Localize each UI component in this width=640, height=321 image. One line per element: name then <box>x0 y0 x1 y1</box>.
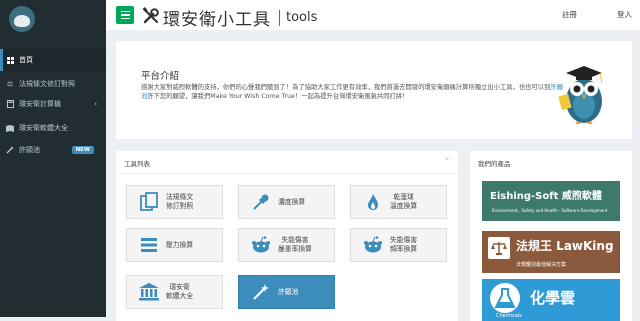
sidebar-item-label: 許願池 <box>19 146 40 154</box>
tools-icon <box>142 6 160 29</box>
magic-wand-icon <box>250 281 272 303</box>
tool-concentration-button[interactable]: 濃度換算 <box>238 185 335 219</box>
flame-icon <box>362 191 384 213</box>
tool-injury-frequency-button[interactable]: 失能傷害 頻率換算 <box>350 228 447 262</box>
tool-regulation-comparison-button[interactable]: 法規條文 修訂對照 <box>126 185 223 219</box>
reddit-icon <box>362 234 384 256</box>
chevron-up-icon[interactable]: ⌃ <box>444 157 450 165</box>
logo-area <box>0 0 106 44</box>
magic-wand-icon <box>6 146 14 154</box>
book-icon <box>6 124 14 132</box>
top-navbar: 環安衛小工具 tools 註冊 登入 <box>106 0 640 30</box>
reddit-icon <box>250 234 272 256</box>
register-link[interactable]: 註冊 <box>562 9 577 20</box>
product-eishing-soft-banner[interactable]: Eishing-Soft 威煦軟體 Environment，Safety and… <box>482 181 620 221</box>
products-title: 我們的產品 <box>478 160 511 168</box>
copy-icon <box>138 191 160 213</box>
intro-text-after: 許下您的願望，讓我們Make Your Wish Come True！一起為提升… <box>147 92 409 100</box>
tool-label-line1: 失能傷害 <box>390 236 418 244</box>
menu-toggle-button[interactable] <box>116 6 134 24</box>
brand-title: 環安衛小工具 <box>163 10 271 30</box>
product-lawking-banner[interactable]: 法規王 LawKing 法規鑑別最佳解決方案 <box>482 231 620 273</box>
product-subtitle: Environment，Safety and Health - Software… <box>492 208 608 213</box>
sidebar-item-calculator[interactable]: 環安衛計算機 ‹ <box>0 93 106 115</box>
sidebar: 首頁 ⚖ 法規條文修訂對照 環安衛計算機 ‹ 環安衛軟體大全 許願池 NEW <box>0 0 106 317</box>
sidebar-item-software[interactable]: 環安衛軟體大全 <box>0 117 106 139</box>
brand[interactable]: 環安衛小工具 tools <box>142 5 317 30</box>
flask-icon <box>490 283 520 313</box>
products-box: 我們的產品 Eishing-Soft 威煦軟體 Environment，Safe… <box>470 151 632 321</box>
tool-label-line2: 嚴重率換算 <box>278 245 312 253</box>
tool-label-line1: 法規條文 <box>166 193 194 201</box>
sidebar-item-label: 環安衛計算機 <box>19 100 61 108</box>
tool-wet-dry-bulb-button[interactable]: 乾溼球 溫度換算 <box>350 185 447 219</box>
new-badge: NEW <box>71 146 94 154</box>
sidebar-item-wishing-pool[interactable]: 許願池 NEW <box>0 139 106 161</box>
tool-injury-severity-button[interactable]: 失能傷害 嚴重率換算 <box>238 228 335 262</box>
tool-label-line2: 軟體大全 <box>166 292 194 300</box>
tool-label-line1: 許願池 <box>278 287 299 296</box>
intro-text: 感謝大家對威煦軟體的支持，你們的心聲我們聽到了！為了協助大家工作更有效率，我們將… <box>141 84 563 101</box>
intro-box: 平台介紹 感謝大家對威煦軟體的支持，你們的心聲我們聽到了！為了協助大家工作更有效… <box>116 41 632 139</box>
scale-icon <box>488 237 510 259</box>
product-chemical-cloud-banner[interactable]: 化學雲 Chemicals <box>482 279 620 321</box>
sidebar-item-home[interactable]: 首頁 <box>0 49 106 71</box>
institution-icon <box>138 281 160 303</box>
products-header: 我們的產品 <box>470 151 632 173</box>
tool-label-line2: 頻率換算 <box>390 245 418 253</box>
avatar[interactable] <box>9 6 35 32</box>
login-link[interactable]: 登入 <box>617 9 632 20</box>
tool-software-collection-button[interactable]: 環安衛 軟體大全 <box>126 275 223 309</box>
dashboard-icon <box>6 56 14 64</box>
bars-icon <box>138 234 160 256</box>
tool-pressure-button[interactable]: 壓力換算 <box>126 228 223 262</box>
product-subtitle: Chemicals <box>496 313 522 319</box>
sidebar-item-label: 法規條文修訂對照 <box>19 80 75 88</box>
tool-label-line1: 乾溼球 <box>393 193 414 201</box>
calculator-icon <box>6 100 14 108</box>
sidebar-item-label: 環安衛軟體大全 <box>19 124 68 132</box>
sidebar-item-regulations[interactable]: ⚖ 法規條文修訂對照 <box>0 73 106 95</box>
brand-subtitle: tools <box>286 10 318 25</box>
tool-label-line1: 濃度換算 <box>278 197 306 206</box>
tools-list-title: 工具列表 <box>124 160 150 168</box>
product-name: Eishing-Soft 威煦軟體 <box>490 191 602 202</box>
tools-list-header: 工具列表 ⌃ <box>116 151 458 174</box>
chevron-left-icon: ‹ <box>94 100 97 108</box>
tool-label-line2: 溫度換算 <box>390 202 418 210</box>
tool-label-line1: 失能傷害 <box>281 236 309 244</box>
tools-list-box: 工具列表 ⌃ 法規條文 修訂對照 濃度換算 乾溼球 溫度換算 壓力換算 失能傷害 嚴重… <box>116 151 458 321</box>
brand-divider <box>279 9 280 26</box>
tool-wishing-pool-button[interactable]: 許願池 <box>238 275 335 309</box>
product-subtitle: 法規鑑別最佳解決方案 <box>516 262 567 268</box>
dropper-icon <box>250 191 272 213</box>
tool-label-line2: 修訂對照 <box>166 202 194 210</box>
scale-icon: ⚖ <box>6 80 14 88</box>
intro-text-before: 感謝大家對威煦軟體的支持，你們的心聲我們聽到了！為了協助大家工作更有效率，我們將… <box>141 84 551 91</box>
sidebar-item-label: 首頁 <box>19 56 33 64</box>
owl-mascot-image <box>554 51 614 131</box>
intro-title: 平台介紹 <box>141 71 180 82</box>
product-name: 法規王 LawKing <box>516 239 614 253</box>
product-name: 化學雲 <box>530 289 576 307</box>
tool-label-line1: 環安衛 <box>169 283 190 291</box>
tool-label-line1: 壓力換算 <box>166 240 194 249</box>
